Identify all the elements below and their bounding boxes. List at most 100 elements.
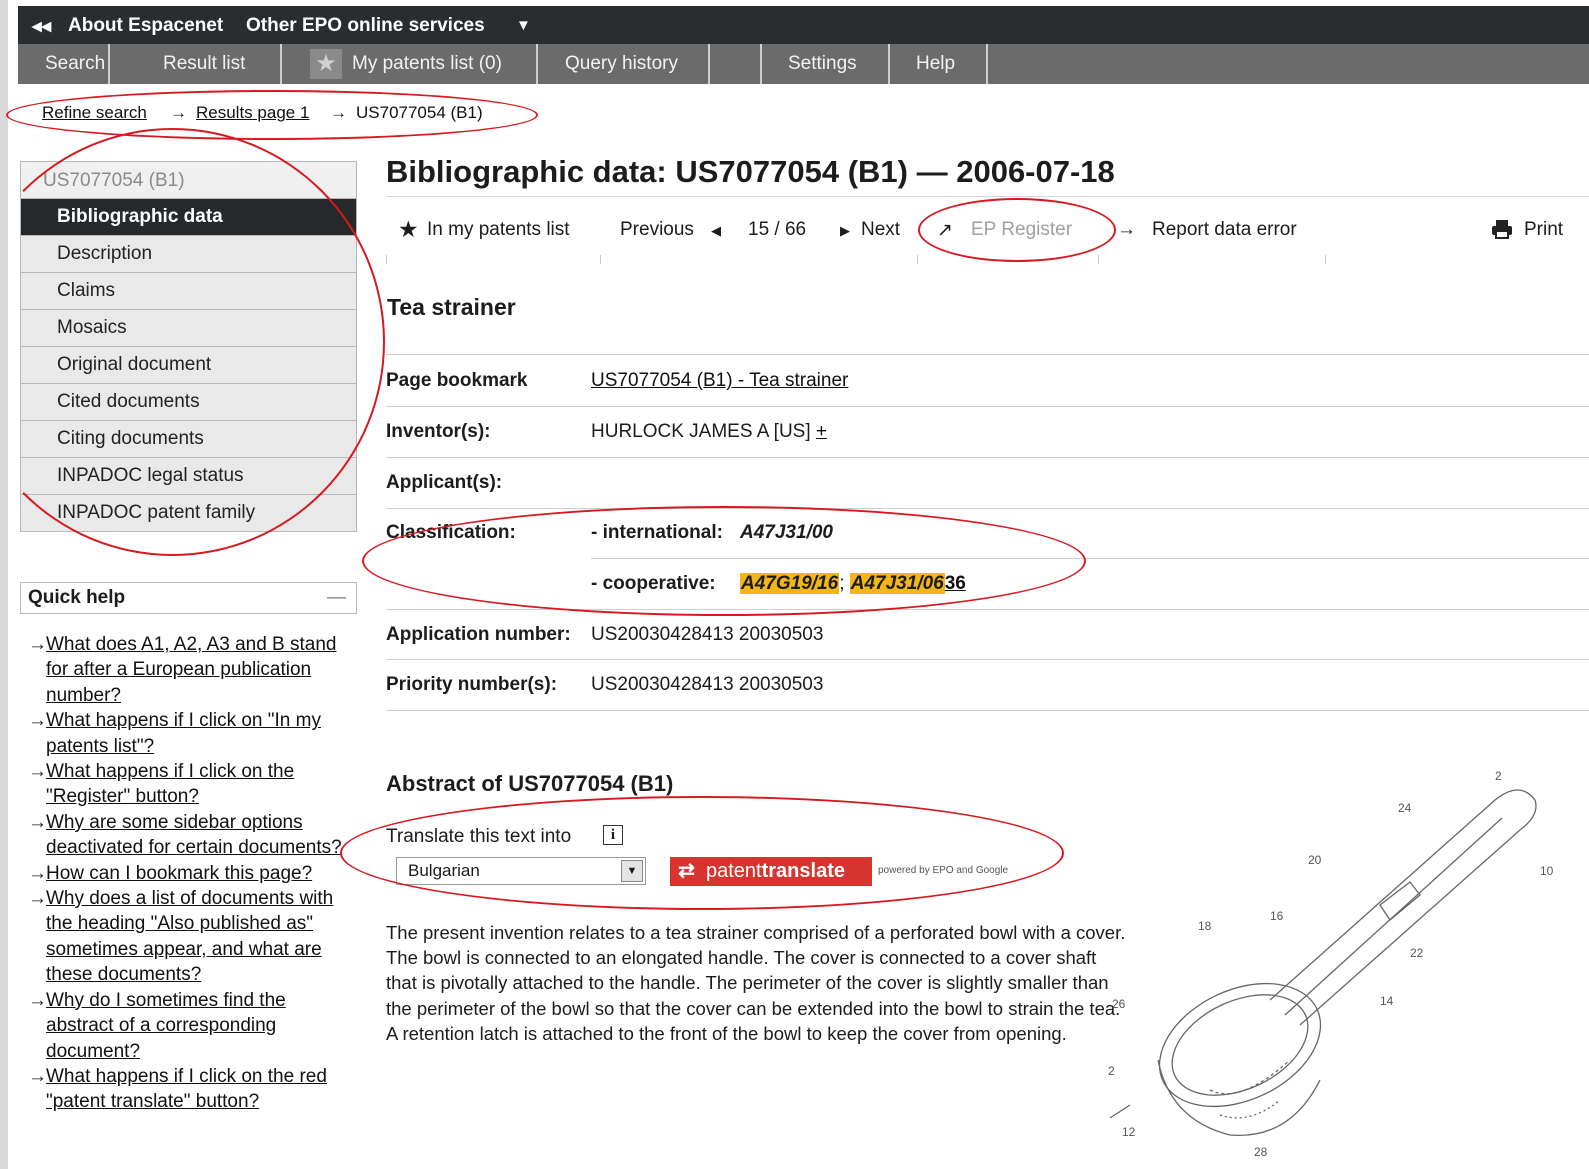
language-select-value: Bulgarian [408, 861, 480, 880]
tab-search[interactable]: Search [18, 44, 110, 84]
arrow-icon: → [28, 862, 47, 884]
page-bookmark-link[interactable]: US7077054 (B1) - Tea strainer [591, 370, 848, 392]
collapse-icon[interactable]: — [327, 583, 346, 613]
next-arrow-icon[interactable]: ▶ [840, 223, 850, 239]
tab-result-list[interactable]: Result list [110, 44, 282, 84]
star-icon[interactable]: ★ [398, 216, 419, 243]
arrow-icon: → [28, 710, 47, 732]
arrow-icon: → [28, 811, 47, 833]
divider [386, 354, 1589, 355]
list-item: → What happens if I click on "In my paten… [28, 708, 358, 759]
divider [600, 255, 601, 264]
arrow-icon: → [1117, 219, 1136, 240]
applicant-label: Applicant(s): [386, 472, 503, 493]
priority-number-label: Priority number(s): [386, 674, 558, 695]
drawing-label: 22 [1410, 946, 1424, 960]
tab-help[interactable]: Help [890, 44, 988, 84]
about-espacenet-link[interactable]: About Espacenet [68, 15, 223, 37]
divider [1098, 255, 1099, 264]
list-item: → What does A1, A2, A3 and B stand for af… [28, 632, 358, 708]
report-data-error-button[interactable]: Report data error [1152, 219, 1297, 241]
left-edge-bar [0, 0, 8, 1169]
tab-my-patents-list[interactable]: ★ My patents list (0) [282, 44, 538, 84]
previous-arrow-icon[interactable]: ◀ [711, 223, 721, 239]
language-select[interactable]: Bulgarian ▼ [396, 857, 646, 885]
list-item: → Why are some sidebar options deactivate… [28, 810, 358, 861]
sidebar-item-claims[interactable]: Claims [20, 273, 357, 310]
breadcrumb-results-page[interactable]: Results page 1 [196, 103, 309, 123]
tab-query-history[interactable]: Query history [538, 44, 710, 84]
arrow-icon: → [28, 1065, 47, 1087]
sidebar-item-original-document[interactable]: Original document [20, 347, 357, 384]
divider [386, 508, 1589, 509]
quick-help-header[interactable]: Quick help — [20, 582, 357, 614]
divider [917, 255, 918, 264]
quick-help-link[interactable]: What does A1, A2, A3 and B stand for aft… [46, 634, 336, 706]
annotation-ellipse [340, 796, 1064, 910]
sidebar-item-inpadoc-patent-family[interactable]: INPADOC patent family [20, 495, 357, 532]
breadcrumb-arrow-icon: → [330, 103, 347, 122]
sidebar-item-description[interactable]: Description [20, 236, 357, 273]
inventor-more-link[interactable]: + [816, 421, 827, 442]
divider [386, 406, 1589, 407]
sidebar-item-cited-documents[interactable]: Cited documents [20, 384, 357, 421]
arrow-icon: → [28, 634, 47, 655]
drawing-label: 20 [1308, 853, 1322, 867]
quick-help-link[interactable]: What happens if I click on the red "pate… [46, 1066, 327, 1112]
patent-translate-button[interactable]: ⇄ patenttranslate [670, 857, 872, 886]
classification-code[interactable]: A47J31/06 [849, 573, 945, 594]
in-my-patents-list-button[interactable]: In my patents list [427, 219, 570, 241]
tab-settings[interactable]: Settings [762, 44, 890, 84]
arrow-icon: → [28, 761, 47, 783]
drawing-label: 10 [1540, 864, 1554, 878]
ep-register-button[interactable]: EP Register [971, 219, 1072, 241]
main-navigation: Search Result list ★ My patents list (0)… [18, 44, 1589, 84]
abstract-title: Abstract of US7077054 (B1) [386, 771, 674, 796]
cooperative-classification-values: A47G19/16; A47J31/0636 [740, 573, 966, 594]
drawing-label: 16 [1270, 909, 1284, 923]
application-number-label: Application number: [386, 624, 571, 645]
bookmark-label: Page bookmark [386, 370, 528, 391]
list-item: → What happens if I click on the red "pat… [28, 1064, 358, 1115]
arrow-icon: → [28, 989, 47, 1011]
divider [386, 710, 1589, 711]
next-button[interactable]: Next [861, 219, 900, 241]
list-item: → What happens if I click on the "Registe… [28, 759, 358, 810]
sidebar-item-bibliographic-data[interactable]: Bibliographic data [20, 199, 357, 236]
divider [386, 255, 387, 264]
tab-blank[interactable] [710, 44, 762, 84]
chevron-down-icon[interactable]: ▼ [516, 17, 531, 34]
breadcrumb-refine-search[interactable]: Refine search [42, 103, 147, 123]
quick-help-link[interactable]: Why does a list of documents with the he… [46, 888, 333, 985]
quick-help-link[interactable]: Why do I sometimes find the abstract of … [46, 990, 286, 1062]
sidebar-item-mosaics[interactable]: Mosaics [20, 310, 357, 347]
invention-title: Tea strainer [387, 294, 516, 320]
print-button[interactable]: Print [1524, 219, 1563, 241]
info-icon[interactable]: i [603, 825, 623, 845]
back-icon[interactable]: ◂◂ [32, 15, 51, 38]
previous-button[interactable]: Previous [620, 219, 694, 241]
quick-help-title: Quick help [28, 587, 126, 608]
quick-help-link[interactable]: What happens if I click on the "Register… [46, 761, 294, 807]
drawing-label: 14 [1380, 994, 1394, 1008]
other-services-link[interactable]: Other EPO online services [246, 15, 485, 37]
breadcrumb-arrow-icon: → [170, 103, 187, 122]
printer-icon[interactable] [1491, 219, 1513, 245]
divider [386, 659, 1589, 660]
inventor-label: Inventor(s): [386, 421, 491, 442]
drawing-label: 2 [1495, 769, 1502, 783]
star-icon: ★ [310, 49, 342, 79]
classification-code[interactable]: A47G19/16 [740, 573, 840, 594]
patent-drawing-image: 2 24 20 10 22 14 18 16 26 2 12 28 [1108, 769, 1554, 1159]
quick-help-link[interactable]: Why are some sidebar options deactivated… [46, 812, 342, 858]
quick-help-link[interactable]: What happens if I click on "In my patent… [46, 710, 321, 756]
quick-help-list: → What does A1, A2, A3 and B stand for af… [28, 632, 358, 1115]
classification-code[interactable]: 36 [945, 573, 966, 594]
page-title: Bibliographic data: US7077054 (B1) — 200… [386, 154, 1115, 189]
sidebar-header: US7077054 (B1) [20, 161, 357, 199]
quick-help-link[interactable]: How can I bookmark this page? [46, 863, 312, 884]
chevron-down-icon[interactable]: ▼ [621, 860, 643, 882]
sidebar-item-citing-documents[interactable]: Citing documents [20, 421, 357, 458]
divider [386, 457, 1589, 458]
sidebar-item-inpadoc-legal-status[interactable]: INPADOC legal status [20, 458, 357, 495]
